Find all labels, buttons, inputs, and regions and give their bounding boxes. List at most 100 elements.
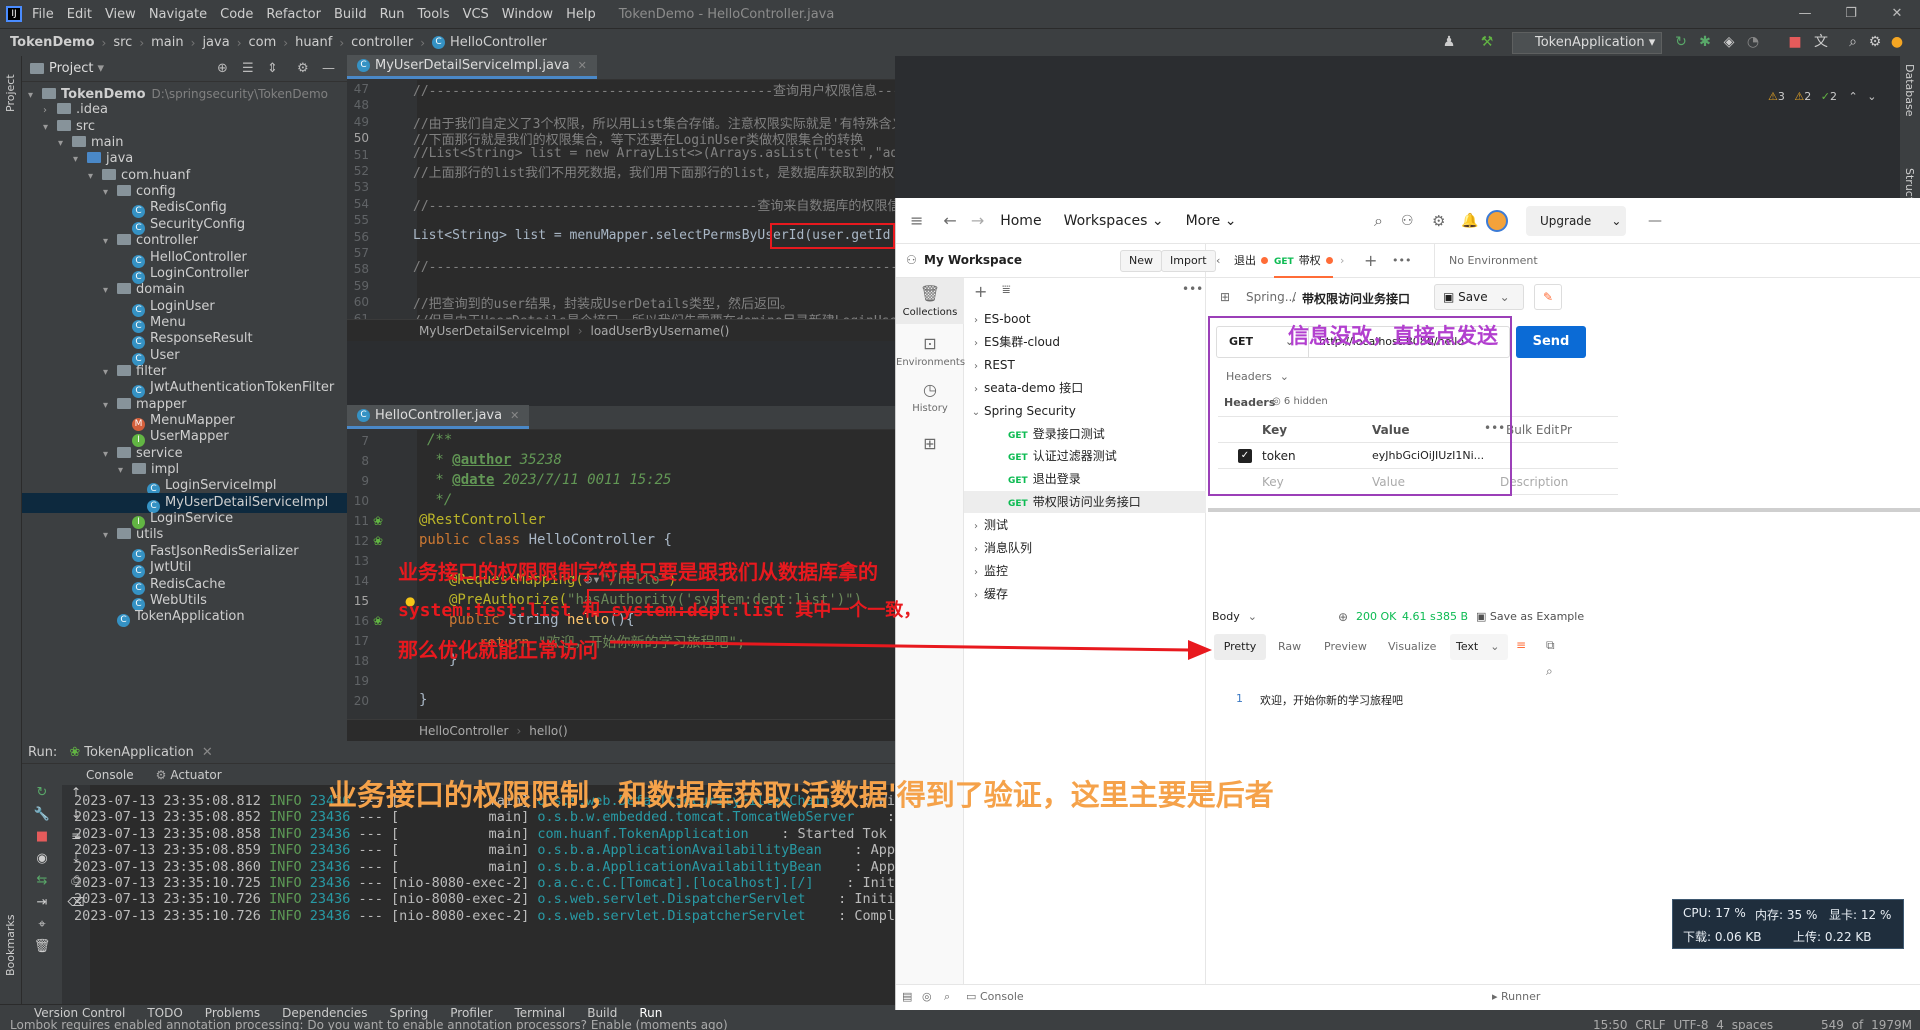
menu-view[interactable]: View <box>105 7 136 22</box>
collection-folder[interactable]: › REST <box>964 354 1206 376</box>
resp-tab-visualize[interactable]: Visualize <box>1388 640 1436 653</box>
collection-request[interactable]: GET 带权限访问业务接口 <box>964 491 1206 514</box>
invite-user-icon[interactable]: ⚇ <box>1401 213 1414 229</box>
upgrade-button[interactable]: Upgrade ⌄ <box>1526 206 1626 236</box>
response-size[interactable]: 385 B <box>1436 610 1468 623</box>
menu-tools[interactable]: Tools <box>418 7 450 22</box>
chevron-right-icon[interactable]: › <box>968 379 984 401</box>
close-tab-icon[interactable]: ✕ <box>578 59 587 72</box>
filter-icon[interactable]: ⩸ <box>1002 282 1011 298</box>
new-tab-icon[interactable]: + <box>1364 244 1377 278</box>
rerun-icon[interactable]: ↻ <box>22 785 62 807</box>
coverage-icon[interactable]: ◈ <box>1720 33 1738 51</box>
chevron-down-icon[interactable]: ⌄ <box>968 402 984 424</box>
response-text[interactable]: 欢迎，开始你新的学习旅程吧 <box>1260 692 1403 708</box>
menu-edit[interactable]: Edit <box>67 7 92 22</box>
forward-arrow-icon[interactable]: → <box>971 211 984 230</box>
environment-select[interactable]: No Environment <box>1434 244 1538 278</box>
back-arrow-icon[interactable]: ← <box>943 211 956 230</box>
sidebar-collections[interactable]: 🗑 Collections <box>896 278 964 324</box>
delete-icon[interactable]: 🗑 <box>22 939 62 961</box>
menu-window[interactable]: Window <box>502 7 553 22</box>
collection-request[interactable]: GET 退出登录 <box>964 468 1206 490</box>
menu-navigate[interactable]: Navigate <box>149 7 207 22</box>
collection-folder[interactable]: › 消息队列 <box>964 537 1206 559</box>
console-tab[interactable]: Console <box>86 768 134 782</box>
request-mapping-icon[interactable]: ❀ <box>373 614 383 628</box>
sidebar-history[interactable]: ◷ History <box>896 374 964 420</box>
update-icon[interactable]: ● <box>1888 33 1906 51</box>
sidebar-environments[interactable]: ⊡ Environments <box>896 328 965 374</box>
response-search-icon[interactable]: ⌕ <box>1546 664 1553 679</box>
build-hammer-icon[interactable]: ⚒ <box>1478 33 1496 51</box>
stop-icon[interactable]: ■ <box>22 829 62 851</box>
avatar[interactable] <box>1486 210 1508 232</box>
edit-icon[interactable]: ✎ <box>1534 284 1562 310</box>
resp-tab-raw[interactable]: Raw <box>1278 640 1301 653</box>
menu-code[interactable]: Code <box>220 7 253 22</box>
more-options-icon[interactable]: ••• <box>1182 282 1203 296</box>
body-label[interactable]: Body ⌄ <box>1212 610 1257 623</box>
chevron-right-icon[interactable]: › <box>968 356 984 378</box>
sidebar-configure[interactable]: ⊞ <box>896 428 964 458</box>
exit-icon[interactable]: ⇥ <box>22 895 62 917</box>
menu-help[interactable]: Help <box>566 7 596 22</box>
tab-scroll-left-icon[interactable]: ‹ <box>1216 244 1220 278</box>
translate-icon[interactable]: 文 <box>1812 33 1830 51</box>
chevron-right-icon[interactable]: › <box>968 516 984 538</box>
tab-options-icon[interactable]: ••• <box>1392 244 1411 278</box>
wrench-icon[interactable]: 🔧 <box>22 807 62 829</box>
memory-indicator[interactable]: 549 of 1979M <box>1821 1018 1912 1030</box>
project-tool-tab[interactable]: Project <box>4 74 17 112</box>
add-collection-icon[interactable]: + <box>974 282 987 301</box>
collection-folder[interactable]: › ES集群-cloud <box>964 331 1206 353</box>
format-select[interactable]: Text ⌄ <box>1450 634 1508 660</box>
menu-build[interactable]: Build <box>334 7 367 22</box>
request-name[interactable]: 带权限访问业务接口 <box>1302 290 1410 307</box>
online-status-icon[interactable]: ◎ <box>922 990 932 1003</box>
deploy-icon[interactable]: ⇆ <box>22 873 62 895</box>
menu-file[interactable]: File <box>32 7 54 22</box>
workspace-name[interactable]: My Workspace <box>924 253 1022 267</box>
chevron-right-icon[interactable]: › <box>968 539 984 561</box>
nav-home[interactable]: Home <box>1000 213 1041 229</box>
chevron-right-icon[interactable]: › <box>968 585 984 607</box>
code-area[interactable]: 47 //------------------------------------… <box>347 80 895 319</box>
sidebar-toggle-icon[interactable]: ▤ <box>902 990 912 1003</box>
crumb-parent[interactable]: Spring... <box>1246 290 1296 304</box>
nav-workspaces[interactable]: Workspaces ⌄ <box>1064 213 1164 229</box>
debug-icon[interactable]: ✱ <box>1696 33 1714 51</box>
save-button[interactable]: ▣ Save ⌄ <box>1434 284 1524 310</box>
crumb-method[interactable]: hello() <box>529 724 567 738</box>
project-panel-title[interactable]: Project <box>49 61 93 76</box>
pin-icon[interactable]: ⌖ <box>22 917 62 939</box>
actuator-tab[interactable]: Actuator <box>170 768 221 782</box>
stop-icon[interactable]: ■ <box>1786 33 1804 51</box>
status-code[interactable]: 200 OK <box>1356 610 1396 623</box>
breadcrumb-controller[interactable]: controller <box>351 35 413 50</box>
response-body[interactable]: 1 欢迎，开始你新的学习旅程吧 <box>1206 692 1920 714</box>
settings-gear-icon[interactable]: ⚙ <box>1432 212 1445 230</box>
menu-run[interactable]: Run <box>380 7 405 22</box>
database-tool-tab[interactable]: Database <box>1903 64 1916 117</box>
crumb-class[interactable]: HelloController <box>419 724 508 738</box>
crumb-class[interactable]: MyUserDetailServiceImpl <box>419 324 570 338</box>
chevron-right-icon[interactable]: › <box>968 333 984 355</box>
breadcrumb-project[interactable]: TokenDemo <box>10 35 95 50</box>
chevron-right-icon[interactable]: › <box>968 310 984 332</box>
close-window-button[interactable]: ✕ <box>1874 0 1920 28</box>
runner-button[interactable]: ▸ Runner <box>1492 990 1540 1003</box>
collection-folder[interactable]: › seata-demo 接口 <box>964 377 1206 399</box>
inspection-widget[interactable]: ⚠3 ⚠2 ✓2 ⌃ ⌄ <box>1768 90 1876 103</box>
crumb-method[interactable]: loadUserByUsername() <box>591 324 730 338</box>
breadcrumb-src[interactable]: src <box>113 35 132 50</box>
collapse-all-icon[interactable]: ☰ <box>242 61 254 76</box>
status-message[interactable]: Lombok requires enabled annotation proce… <box>10 1018 728 1030</box>
collection-folder[interactable]: › 缓存 <box>964 583 1206 605</box>
wrap-lines-icon[interactable]: ≡ <box>1516 638 1526 652</box>
breadcrumb-main[interactable]: main <box>151 35 183 50</box>
presets-link[interactable]: Pr <box>1560 423 1572 437</box>
response-time[interactable]: 4.61 s <box>1402 610 1436 623</box>
console-button[interactable]: Console <box>980 990 1024 1003</box>
run-configuration-select[interactable]: TokenApplication ▾ <box>1512 32 1662 54</box>
